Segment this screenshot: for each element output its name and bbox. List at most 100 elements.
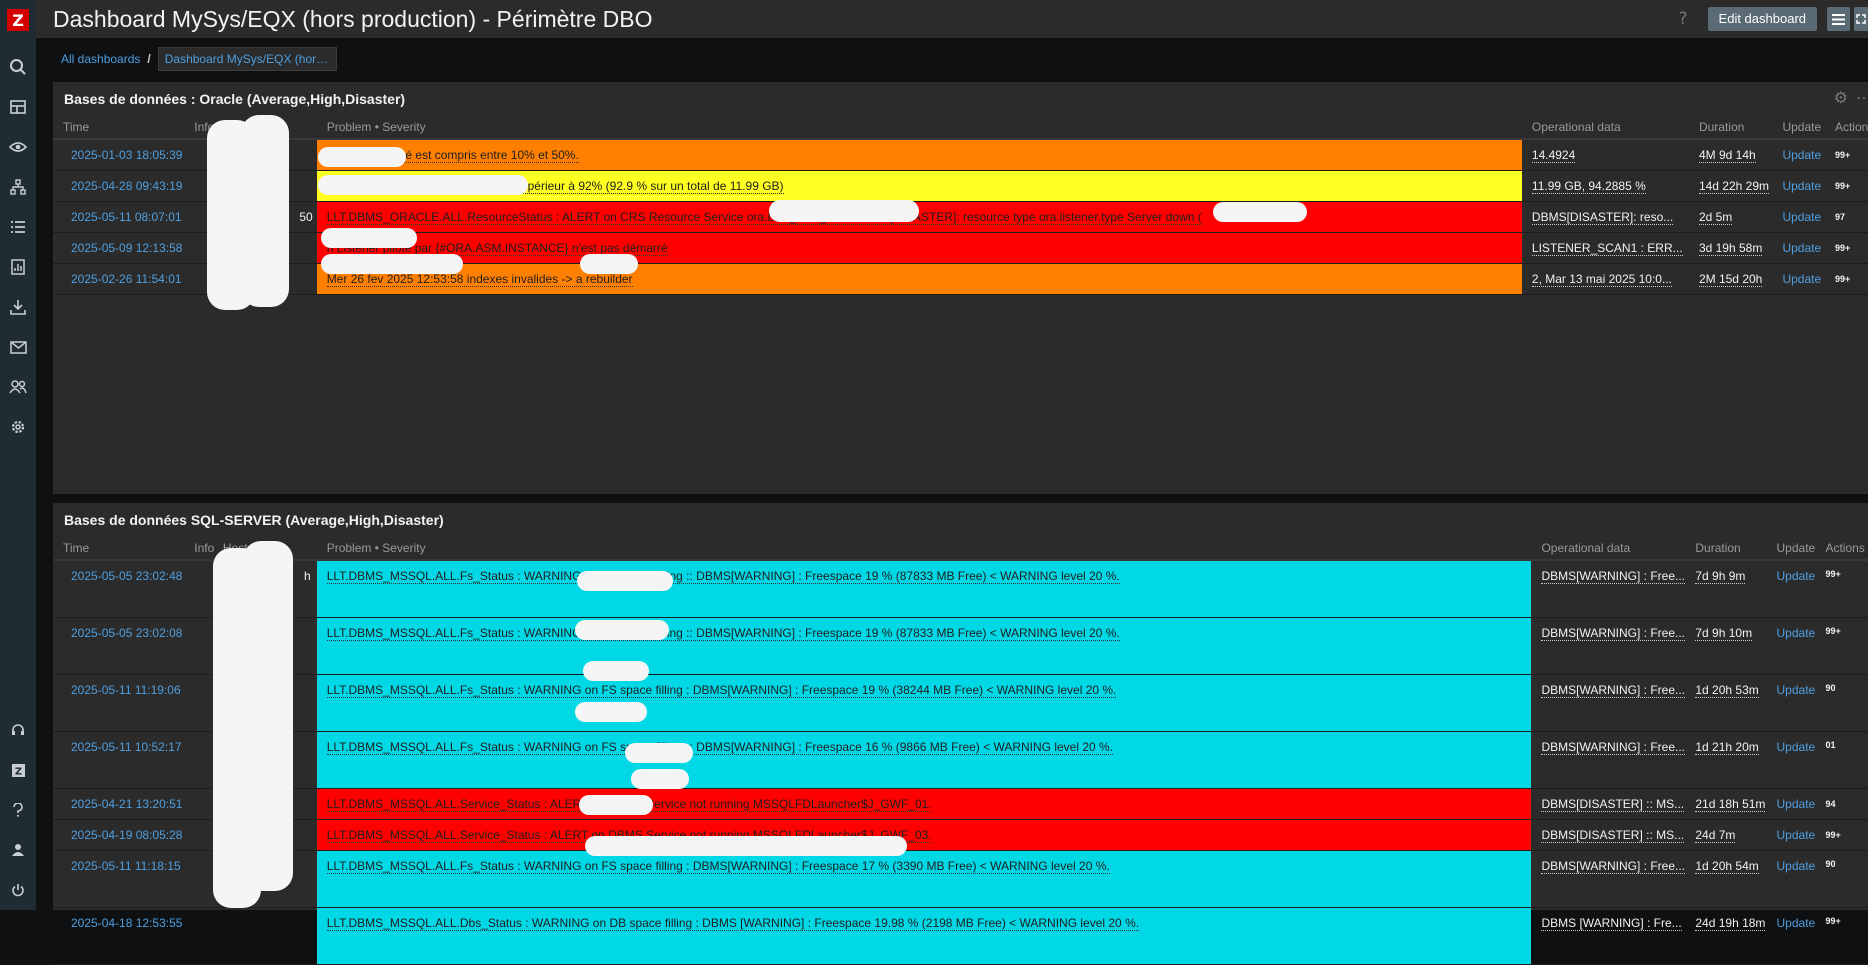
- operational-data-text[interactable]: DBMS[WARNING] : Free...: [1541, 859, 1686, 874]
- problem-text[interactable]: LLT.DBMS_MSSQL.ALL.Fs_Status : WARNING o…: [326, 626, 1120, 641]
- dashboard-icon[interactable]: [0, 87, 36, 127]
- operational-data[interactable]: DBMS [WARNING] : Fre...: [1531, 907, 1686, 965]
- help-icon[interactable]: [0, 790, 36, 830]
- update-link[interactable]: Update: [1772, 232, 1825, 264]
- actions-indicator[interactable]: 90: [1815, 674, 1868, 732]
- actions-indicator[interactable]: 90: [1815, 850, 1868, 908]
- update-link[interactable]: Update: [1772, 170, 1825, 202]
- col-time[interactable]: Time: [53, 116, 185, 140]
- operational-data[interactable]: DBMS[WARNING] : Free...: [1531, 731, 1686, 789]
- operational-data[interactable]: DBMS[WARNING] : Free...: [1531, 850, 1686, 908]
- operational-data[interactable]: 2, Mar 13 mai 2025 10:0...: [1521, 263, 1689, 295]
- users-icon[interactable]: [0, 367, 36, 407]
- problem-time[interactable]: 2025-04-21 13:20:51: [53, 788, 185, 820]
- operational-data-text[interactable]: DBMS[WARNING] : Free...: [1541, 683, 1686, 698]
- widget-settings-icon[interactable]: ⚙: [1834, 88, 1848, 107]
- update-link[interactable]: Update: [1766, 560, 1816, 618]
- problem-description[interactable]: LLT.DBMS_MSSQL.ALL.Fs_Status : WARNING o…: [316, 674, 1532, 732]
- problem-time[interactable]: 2025-04-28 09:43:19: [53, 170, 185, 202]
- update-link[interactable]: Update: [1766, 731, 1816, 789]
- problem-text[interactable]: LLT.DBMS_MSSQL.ALL.Fs_Status : WARNING o…: [326, 740, 1114, 755]
- update-link[interactable]: Update: [1766, 907, 1816, 965]
- problem-time[interactable]: 2025-05-11 11:19:06: [53, 674, 185, 732]
- problem-description[interactable]: : Le swap utilisé est compris entre 10% …: [316, 139, 1522, 171]
- problem-text[interactable]: LLT.DBMS_MSSQL.ALL.Dbs_Status : WARNING …: [326, 916, 1140, 931]
- problem-time[interactable]: 2025-05-11 08:07:01: [53, 201, 185, 233]
- operational-data[interactable]: DBMS[DISASTER] :: MS...: [1531, 788, 1686, 820]
- power-icon[interactable]: [0, 870, 36, 910]
- actions-indicator[interactable]: 99+: [1824, 232, 1868, 264]
- problem-text[interactable]: LLT.DBMS_MSSQL.ALL.Fs_Status : WARNING o…: [326, 683, 1117, 698]
- update-link[interactable]: Update: [1772, 201, 1825, 233]
- operational-data[interactable]: DBMS[DISASTER]: reso...: [1521, 201, 1689, 233]
- col-problem[interactable]: Problem • Severity: [316, 116, 1522, 140]
- problem-description[interactable]: LLT.DBMS_MSSQL.ALL.Service_Status : ALER…: [316, 788, 1532, 820]
- problem-text[interactable]: LLT.DBMS_MSSQL.ALL.Fs_Status : WARNING o…: [326, 859, 1110, 874]
- problem-time[interactable]: 2025-02-26 11:54:01: [53, 263, 185, 295]
- problem-time[interactable]: 2025-05-11 10:52:17: [53, 731, 185, 789]
- download-icon[interactable]: [0, 287, 36, 327]
- col-problem[interactable]: Problem • Severity: [316, 537, 1532, 561]
- update-link[interactable]: Update: [1766, 617, 1816, 675]
- operational-data[interactable]: DBMS[DISASTER] :: MS...: [1531, 819, 1686, 851]
- menu-icon[interactable]: [1827, 7, 1850, 31]
- operational-data-text[interactable]: DBMS [WARNING] : Fre...: [1541, 916, 1682, 931]
- update-link[interactable]: Update: [1772, 139, 1825, 171]
- operational-data[interactable]: 14.4924: [1521, 139, 1689, 171]
- actions-indicator[interactable]: 99+: [1815, 560, 1868, 618]
- operational-data[interactable]: DBMS[WARNING] : Free...: [1531, 617, 1686, 675]
- zabbix-share-icon[interactable]: Z: [0, 750, 36, 790]
- zabbix-logo[interactable]: Z: [7, 9, 29, 31]
- operational-data-text[interactable]: DBMS[WARNING] : Free...: [1541, 740, 1686, 755]
- actions-indicator[interactable]: 99+: [1815, 819, 1868, 851]
- problem-description[interactable]: n Listener piloté par {#ORA.ASM.INSTANCE…: [316, 232, 1522, 264]
- operational-data-text[interactable]: DBMS[DISASTER] :: MS...: [1541, 828, 1685, 843]
- operational-data[interactable]: DBMS[WARNING] : Free...: [1531, 674, 1686, 732]
- actions-indicator[interactable]: 99+: [1824, 263, 1868, 295]
- reports-icon[interactable]: [0, 247, 36, 287]
- operational-data-text[interactable]: LISTENER_SCAN1 : ERR...: [1531, 241, 1683, 256]
- list-icon[interactable]: [0, 207, 36, 247]
- update-link[interactable]: Update: [1766, 674, 1816, 732]
- problem-description[interactable]: Mer 26 fev 2025 12:53:58 indexes invalid…: [316, 263, 1522, 295]
- actions-indicator[interactable]: 99+: [1824, 139, 1868, 171]
- problem-text[interactable]: LLT.DBMS_ORACLE.ALL.ResourceStatus : ALE…: [326, 210, 1202, 225]
- mail-icon[interactable]: [0, 327, 36, 367]
- breadcrumb-all-dashboards[interactable]: All dashboards: [61, 52, 140, 66]
- breadcrumb-current-dashboard[interactable]: Dashboard MySys/EQX (hors production) - …: [157, 47, 337, 71]
- problem-description[interactable]: LLT.DBMS_MSSQL.ALL.Fs_Status : WARNING o…: [316, 731, 1532, 789]
- update-link[interactable]: Update: [1766, 850, 1816, 908]
- actions-indicator[interactable]: 97: [1824, 201, 1868, 233]
- operational-data-text[interactable]: DBMS[WARNING] : Free...: [1541, 569, 1686, 584]
- problem-time[interactable]: 2025-04-18 12:53:55: [53, 907, 185, 965]
- user-icon[interactable]: [0, 830, 36, 870]
- actions-indicator[interactable]: 01: [1815, 731, 1868, 789]
- problem-time[interactable]: 2025-01-03 18:05:39: [53, 139, 185, 171]
- problem-description[interactable]: LLT.DBMS_MSSQL.ALL.Service_Status : ALER…: [316, 819, 1532, 851]
- problem-text[interactable]: Mer 26 fev 2025 12:53:58 indexes invalid…: [326, 272, 633, 287]
- edit-dashboard-button[interactable]: Edit dashboard: [1707, 7, 1817, 31]
- network-icon[interactable]: [0, 167, 36, 207]
- operational-data[interactable]: DBMS[WARNING] : Free...: [1531, 560, 1686, 618]
- operational-data[interactable]: 11.99 GB, 94.2885 %: [1521, 170, 1689, 202]
- problem-description[interactable]: LLT.DBMS_MSSQL.ALL.Fs_Status : WARNING o…: [316, 560, 1532, 618]
- support-headset-icon[interactable]: [0, 710, 36, 750]
- help-icon[interactable]: ?: [1679, 9, 1688, 29]
- operational-data-text[interactable]: 11.99 GB, 94.2885 %: [1531, 179, 1646, 194]
- problem-time[interactable]: 2025-05-05 23:02:08: [53, 617, 185, 675]
- problem-description[interactable]: LLT.DBMS_MSSQL.ALL.Fs_Status : WARNING o…: [316, 850, 1532, 908]
- actions-indicator[interactable]: 99+: [1815, 617, 1868, 675]
- gear-icon[interactable]: [0, 407, 36, 447]
- problem-time[interactable]: 2025-05-09 12:13:58: [53, 232, 185, 264]
- actions-indicator[interactable]: 94: [1815, 788, 1868, 820]
- operational-data-text[interactable]: DBMS[DISASTER] :: MS...: [1541, 797, 1685, 812]
- monitoring-eye-icon[interactable]: [0, 127, 36, 167]
- problem-text[interactable]: LLT.DBMS_MSSQL.ALL.Fs_Status : WARNING o…: [326, 569, 1120, 584]
- operational-data[interactable]: LISTENER_SCAN1 : ERR...: [1521, 232, 1689, 264]
- search-icon[interactable]: [0, 47, 36, 87]
- widget-more-icon[interactable]: ⋯: [1856, 88, 1868, 107]
- update-link[interactable]: Update: [1766, 819, 1816, 851]
- problem-time[interactable]: 2025-05-11 11:18:15: [53, 850, 185, 908]
- problem-time[interactable]: 2025-05-05 23:02:48: [53, 560, 185, 618]
- operational-data-text[interactable]: 2, Mar 13 mai 2025 10:0...: [1531, 272, 1672, 287]
